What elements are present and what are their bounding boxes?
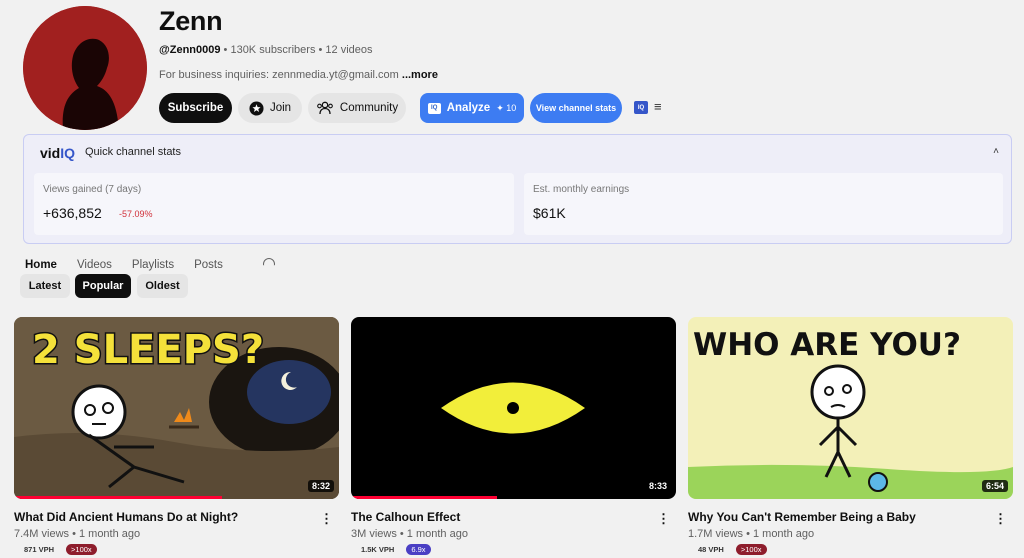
sparkle-icon: ✦ bbox=[496, 102, 504, 113]
outlier-badge: 6.9x bbox=[406, 544, 431, 555]
vidiq-badge-icon: IQ bbox=[427, 102, 441, 114]
thumbnail-text: 2 SLEEPS? bbox=[32, 327, 264, 373]
search-icon[interactable] bbox=[263, 258, 275, 266]
view-channel-stats-button[interactable]: View channel stats bbox=[530, 93, 622, 123]
video-title[interactable]: The Calhoun Effect bbox=[351, 510, 460, 524]
duration-badge: 8:32 bbox=[307, 480, 334, 492]
channel-meta: @Zenn0009 • 130K subscribers • 12 videos bbox=[159, 44, 373, 56]
channel-avatar[interactable] bbox=[23, 6, 147, 130]
video-meta: 3M views • 1 month ago bbox=[351, 528, 468, 540]
vidiq-video-stats: 871 VPH >100x bbox=[24, 544, 97, 555]
vidiq-logo-prefix: vid bbox=[40, 145, 61, 161]
tab-posts[interactable]: Posts bbox=[194, 259, 223, 271]
analyze-count-value: 10 bbox=[506, 102, 517, 113]
video-thumbnail[interactable]: WHO ARE YOU? 6:54 bbox=[688, 317, 1013, 499]
views-gained-card: Views gained (7 days) +636,852 -57.09% bbox=[34, 173, 514, 235]
panel-title: Quick channel stats bbox=[85, 146, 181, 158]
tab-videos[interactable]: Videos bbox=[77, 259, 112, 271]
more-link[interactable]: ...more bbox=[402, 69, 438, 81]
monthly-earnings-value: $61K bbox=[533, 205, 566, 221]
outlier-badge: >100x bbox=[735, 544, 767, 555]
channel-description[interactable]: For business inquiries: zennmedia.yt@gma… bbox=[159, 69, 438, 81]
vidiq-quick-stats-panel: vidIQ Quick channel stats ˄ Views gained… bbox=[23, 134, 1012, 244]
video-card[interactable]: WHO ARE YOU? 6:54 Why You Can't Remember… bbox=[688, 317, 1013, 555]
video-thumbnail[interactable]: 2 SLEEPS? 8:32 bbox=[14, 317, 339, 499]
tab-home[interactable]: Home bbox=[25, 259, 57, 271]
views-gained-label: Views gained (7 days) bbox=[43, 184, 142, 195]
duration-badge: 8:33 bbox=[644, 480, 671, 492]
monthly-earnings-label: Est. monthly earnings bbox=[533, 184, 630, 195]
channel-description-text: For business inquiries: zennmedia.yt@gma… bbox=[159, 69, 399, 81]
analyze-button[interactable]: IQ Analyze ✦ 10 bbox=[420, 93, 524, 123]
monthly-earnings-card: Est. monthly earnings $61K bbox=[524, 173, 1003, 235]
subscribe-button[interactable]: Subscribe bbox=[159, 93, 232, 123]
video-thumbnail[interactable]: 8:33 bbox=[351, 317, 676, 499]
join-label: Join bbox=[269, 102, 292, 114]
duration-badge: 6:54 bbox=[981, 480, 1008, 492]
more-vert-icon[interactable]: ⋮ bbox=[657, 511, 670, 527]
community-label: Community bbox=[339, 102, 399, 114]
more-vert-icon[interactable]: ⋮ bbox=[320, 511, 333, 527]
video-title[interactable]: What Did Ancient Humans Do at Night? bbox=[14, 510, 238, 524]
video-meta: 1.7M views • 1 month ago bbox=[688, 528, 815, 540]
people-icon bbox=[317, 101, 333, 115]
analyze-count: ✦ 10 bbox=[496, 103, 516, 114]
chevron-up-icon[interactable]: ˄ bbox=[993, 146, 999, 157]
vph-value: 871 VPH bbox=[24, 545, 55, 554]
menu-icon[interactable]: ≡ bbox=[654, 99, 662, 114]
watch-progress-bar bbox=[14, 496, 222, 499]
views-gained-value: +636,852 bbox=[43, 205, 102, 221]
watch-progress-bar bbox=[351, 496, 498, 499]
channel-subscribers: • 130K subscribers • 12 videos bbox=[223, 44, 373, 56]
chip-latest[interactable]: Latest bbox=[20, 274, 70, 298]
vidiq-video-stats: 48 VPH >100x bbox=[698, 544, 767, 555]
video-meta: 7.4M views • 1 month ago bbox=[14, 528, 141, 540]
video-card[interactable]: 8:33 The Calhoun Effect ⋮ 3M views • 1 m… bbox=[351, 317, 676, 555]
channel-name: Zenn bbox=[159, 6, 223, 36]
channel-tabs: Home Videos Playlists Posts bbox=[25, 259, 243, 271]
star-icon bbox=[249, 100, 264, 116]
vph-value: 1.5K VPH bbox=[361, 545, 395, 554]
vidiq-video-stats: 1.5K VPH 6.9x bbox=[361, 544, 431, 555]
vidiq-extension-icon[interactable]: IQ bbox=[634, 101, 648, 114]
video-title[interactable]: Why You Can't Remember Being a Baby bbox=[688, 510, 916, 524]
channel-handle: @Zenn0009 bbox=[159, 44, 221, 56]
join-button[interactable]: Join bbox=[238, 93, 302, 123]
vph-value: 48 VPH bbox=[698, 545, 724, 554]
tab-playlists[interactable]: Playlists bbox=[132, 259, 174, 271]
vidiq-logo: vidIQ bbox=[40, 145, 75, 161]
vidiq-logo-suffix: IQ bbox=[60, 145, 76, 161]
chip-popular[interactable]: Popular bbox=[75, 274, 131, 298]
chip-oldest[interactable]: Oldest bbox=[137, 274, 188, 298]
analyze-label: Analyze bbox=[446, 102, 491, 114]
views-gained-delta: -57.09% bbox=[119, 209, 153, 219]
outlier-badge: >100x bbox=[66, 544, 97, 555]
video-card[interactable]: 2 SLEEPS? 8:32 What Did Ancient Humans D… bbox=[14, 317, 339, 555]
more-vert-icon[interactable]: ⋮ bbox=[994, 511, 1007, 527]
community-button[interactable]: Community bbox=[308, 93, 406, 123]
thumbnail-text: WHO ARE YOU? bbox=[693, 327, 961, 363]
